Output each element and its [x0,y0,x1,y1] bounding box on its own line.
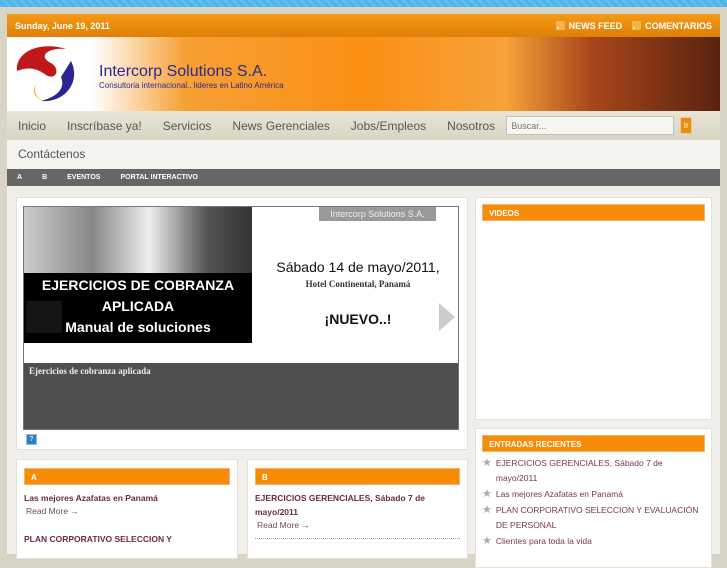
slide-date: Sábado 14 de mayo/2011, [276,259,440,275]
list-item[interactable]: ★ Las mejores Azafatas en Panamá [482,487,705,502]
search-input[interactable] [506,116,675,135]
help-icon[interactable]: ? [26,434,37,445]
subnav-eventos[interactable]: EVENTOS [67,174,100,181]
post-link: EJERCICIOS GERENCIALES, Sábado 7 de mayo… [495,458,663,483]
brand[interactable]: Intercorp Solutions S.A. Consultoria int… [99,63,284,90]
subnav-b[interactable]: B [42,174,47,181]
list-item[interactable]: ★ EJERCICIOS GERENCIALES, Sábado 7 de may… [482,456,705,486]
slide-line1: EJERCICIOS DE COBRANZA [41,277,235,293]
top-strip [0,0,727,7]
header-banner: Intercorp Solutions S.A. Consultoria int… [7,37,720,111]
read-more-link[interactable]: Read More → [257,520,460,530]
site-title: Intercorp Solutions S.A. [99,63,268,80]
list-item[interactable]: ★ Clientes para toda la vida [482,534,705,549]
subnav-portal-interactivo[interactable]: PORTAL INTERACTIVO [120,174,198,181]
comentarios-label: COMENTARIOS [645,20,712,31]
nav-servicios[interactable]: Servicios [163,119,212,133]
read-more-link[interactable]: Read More → [26,506,230,516]
post-title[interactable]: Las mejores Azafatas en Panamá [24,491,230,505]
category-box-a: A Las mejores Azafatas en Panamá Read Mo… [16,459,238,559]
star-icon: ★ [482,535,492,547]
logo-icon [16,46,75,102]
star-icon: ★ [482,457,492,469]
date: Sunday, June 19, 2011 [15,20,110,31]
site-subtitle: Consultoria internacional.. lideres en L… [99,81,284,90]
nav-inscribase[interactable]: Inscríbase ya! [67,119,142,133]
news-feed-link[interactable]: NEWS FEED [555,20,623,31]
nav-inicio[interactable]: Inicio [18,119,46,133]
box-b-heading: B [255,468,460,485]
post-link: PLAN CORPORATIVO SELECCION Y EVALUACIÓN … [495,505,699,530]
post-title[interactable]: PLAN CORPORATIVO SELECCION Y [24,532,230,546]
post-link: Las mejores Azafatas en Panamá [495,489,623,499]
news-feed-label: NEWS FEED [568,20,623,31]
divider [255,538,460,539]
videos-heading: VIDEOS [482,204,705,221]
recent-posts-widget: ENTRADAS RECIENTES ★ EJERCICIOS GERENCIAL… [475,428,712,568]
slide-photo [24,207,252,273]
post-link: Clientes para toda la vida [495,536,592,546]
nav-nosotros[interactable]: Nosotros [447,119,495,133]
rss-icon [632,20,642,30]
comentarios-link[interactable]: COMENTARIOS [632,20,712,31]
recent-posts-heading: ENTRADAS RECIENTES [482,435,705,452]
category-box-b: B EJERCICIOS GERENCIALES, Sábado 7 de ma… [247,459,468,559]
rss-icon [555,20,565,30]
post-title[interactable]: EJERCICIOS GERENCIALES, Sábado 7 de mayo… [255,491,460,519]
slide-caption: Ejercicios de cobranza aplicada [24,363,458,429]
box-a-heading: A [24,468,230,485]
next-arrow-icon[interactable] [439,303,455,331]
star-icon: ★ [482,488,492,500]
main-nav: Inicio Inscríbase ya! Servicios News Ger… [7,111,720,140]
nav-contactenos[interactable]: Contáctenos [7,140,720,169]
featured-slider: EJERCICIOS DE COBRANZA APLICADA Manual d… [16,197,468,450]
nav-news-gerenciales[interactable]: News Gerenciales [232,119,329,133]
top-bar: Sunday, June 19, 2011 NEWS FEED COMENTAR… [7,14,720,37]
slide-hotel: Hotel Continental, Panamá [305,279,411,289]
star-icon: ★ [482,504,492,516]
slide-nuevo: ¡NUEVO..! [324,311,392,327]
prev-arrow-icon[interactable] [26,301,62,333]
subnav-a[interactable]: A [17,174,22,181]
slide-tag: Intercorp Solutions S.A. [319,207,436,221]
videos-widget: VIDEOS [475,197,712,420]
sub-nav: A B EVENTOS PORTAL INTERACTIVO [7,169,720,186]
list-item[interactable]: ★ PLAN CORPORATIVO SELECCION Y EVALUACIÓN… [482,503,705,533]
nav-jobs-empleos[interactable]: Jobs/Empleos [351,119,426,133]
slide[interactable]: EJERCICIOS DE COBRANZA APLICADA Manual d… [23,206,459,430]
page-wrapper: Sunday, June 19, 2011 NEWS FEED COMENTAR… [7,14,720,568]
search-button[interactable]: Ir [680,117,693,134]
